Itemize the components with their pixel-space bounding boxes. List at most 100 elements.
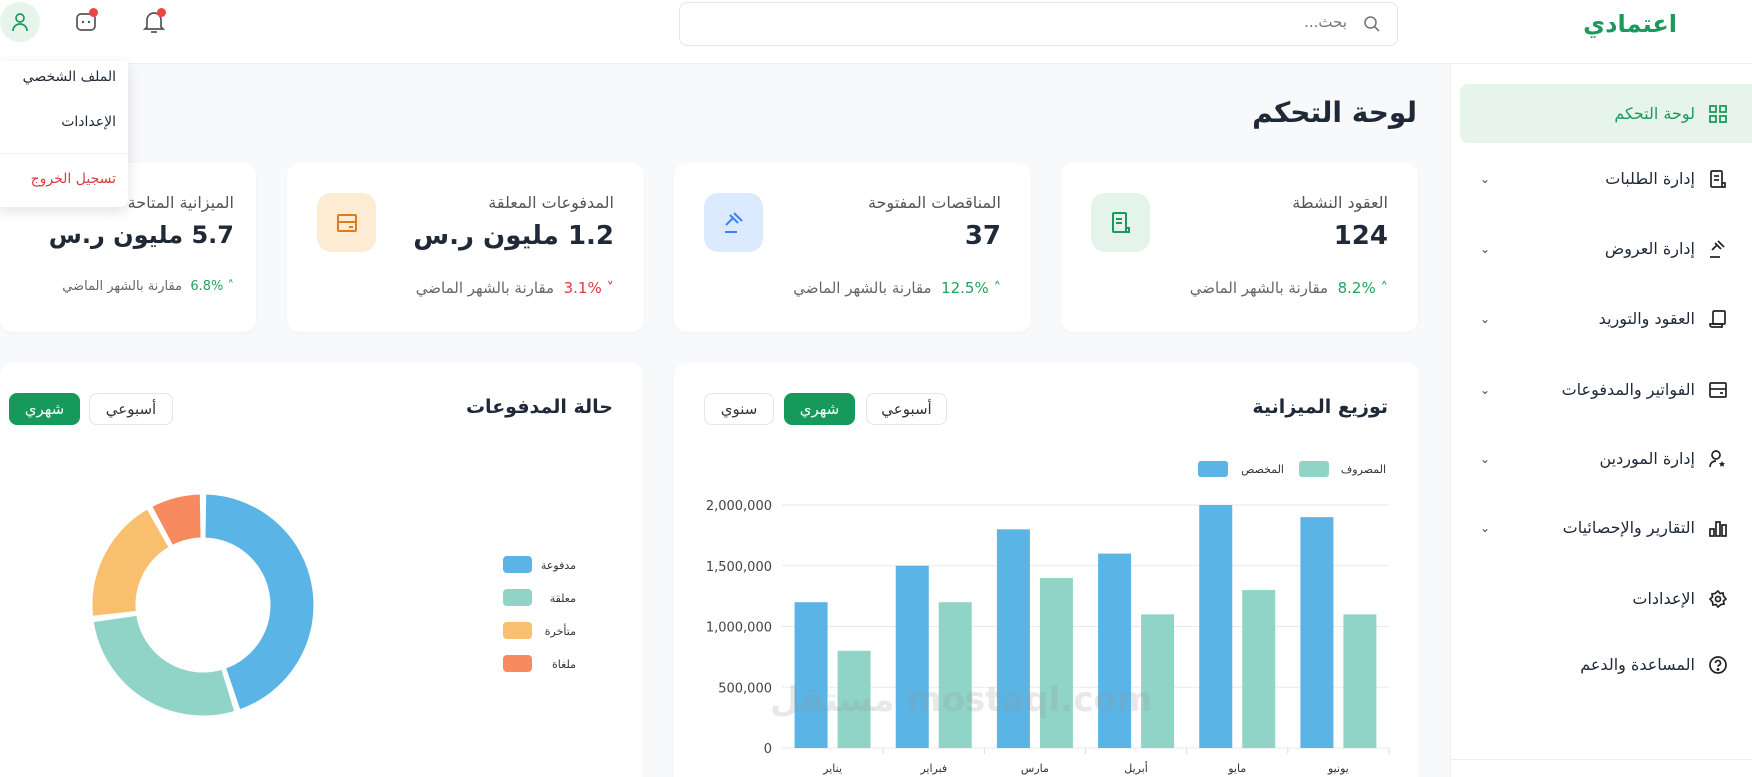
chevron-down-icon: ⌄ bbox=[1480, 451, 1491, 466]
stat-value: 124 bbox=[1333, 221, 1388, 251]
sidebar-item-suppliers[interactable]: إدارة الموردين ⌄ bbox=[1460, 429, 1752, 488]
stat-change: 3.1% bbox=[563, 279, 602, 297]
sidebar-item-label: المساعدة والدعم bbox=[1580, 655, 1695, 674]
sidebar-item-reports[interactable]: التقارير والإحصائيات ⌄ bbox=[1460, 498, 1752, 557]
watermark: مستقل mostaql.com bbox=[770, 680, 1153, 720]
menu-item-settings[interactable]: الإعدادات bbox=[61, 114, 116, 130]
legend-label-allocated: المخصص bbox=[1241, 463, 1284, 476]
bar-allocated bbox=[794, 602, 828, 748]
stat-comparison: ˅ 3.1% مقارنة بالشهر الماضي bbox=[416, 279, 614, 297]
gavel-icon bbox=[1710, 239, 1725, 258]
sidebar-item-label: الإعدادات bbox=[1632, 589, 1695, 608]
app-logo[interactable]: اعتمادي bbox=[1583, 10, 1677, 38]
sidebar-divider bbox=[1451, 759, 1752, 760]
chevron-down-icon: ⌄ bbox=[1480, 171, 1491, 186]
bar-allocated bbox=[1199, 505, 1233, 748]
chevron-down-icon: ⌄ bbox=[1480, 311, 1491, 326]
x-tick-label: مايو bbox=[1227, 762, 1246, 775]
stat-change: 8.2% bbox=[1337, 279, 1376, 297]
trend-up-icon: ˄ bbox=[223, 279, 234, 294]
sidebar-item-dashboard[interactable]: لوحة التحكم bbox=[1460, 84, 1752, 143]
sidebar-item-requests[interactable]: إدارة الطلبات ⌄ bbox=[1460, 149, 1752, 208]
comparison-text: مقارنة بالشهر الماضي bbox=[62, 279, 183, 294]
bar-spent bbox=[938, 602, 972, 748]
bar-spent bbox=[1343, 614, 1377, 748]
stat-card-active-contracts: العقود النشطة 124 ˄ 8.2% مقارنة بالشهر ا… bbox=[1061, 163, 1418, 332]
stat-comparison: ˄ 6.8% مقارنة بالشهر الماضي bbox=[62, 279, 234, 294]
x-tick-label: يونيو bbox=[1327, 762, 1349, 775]
bar-chart-icon bbox=[1709, 520, 1727, 537]
period-weekly-button[interactable]: أسبوعي bbox=[866, 393, 947, 425]
budget-chart-title: توزيع الميزانية bbox=[1252, 396, 1388, 418]
chevron-down-icon: ⌄ bbox=[1480, 382, 1491, 397]
period-monthly-button[interactable]: شهري bbox=[784, 393, 855, 425]
search-input[interactable] bbox=[747, 13, 1347, 31]
dashboard-grid-icon bbox=[1709, 104, 1727, 123]
sidebar-item-label: الفواتير والمدفوعات bbox=[1561, 380, 1695, 399]
notifications-button[interactable] bbox=[134, 2, 174, 42]
payments-chart-title: حالة المدفوعات bbox=[465, 396, 613, 418]
legend-swatch bbox=[503, 655, 532, 672]
sidebar-item-settings[interactable]: الإعدادات bbox=[1460, 569, 1752, 628]
user-icon bbox=[12, 13, 28, 32]
sidebar-item-label: العقود والتوريد bbox=[1598, 309, 1695, 328]
chevron-down-icon: ⌄ bbox=[1480, 241, 1491, 256]
legend-swatch-allocated bbox=[1198, 461, 1228, 477]
legend-swatch bbox=[503, 589, 532, 606]
user-star-icon bbox=[1709, 449, 1725, 467]
user-avatar-button[interactable] bbox=[0, 2, 40, 42]
sidebar: لوحة التحكم إدارة الطلبات ⌄ إدارة العروض… bbox=[1450, 64, 1752, 777]
sidebar-item-offers[interactable]: إدارة العروض ⌄ bbox=[1460, 219, 1752, 278]
sidebar-item-label: لوحة التحكم bbox=[1614, 104, 1695, 123]
messages-button[interactable] bbox=[66, 2, 106, 42]
x-tick-label: مارس bbox=[1021, 762, 1049, 775]
y-tick-label: 1,000,000 bbox=[706, 621, 772, 636]
stat-label: المناقصات المفتوحة bbox=[867, 193, 1001, 212]
payments-donut-chart: مدفوعة معلقة متأخرة ملغاة bbox=[89, 491, 576, 719]
menu-divider bbox=[0, 153, 128, 154]
sidebar-item-contracts[interactable]: العقود والتوريد ⌄ bbox=[1460, 289, 1752, 348]
sidebar-item-label: إدارة الطلبات bbox=[1605, 169, 1695, 188]
menu-item-logout[interactable]: تسجيل الخروج bbox=[31, 171, 116, 187]
receipt-icon bbox=[1710, 169, 1726, 188]
gear-icon bbox=[1709, 589, 1727, 608]
donut-slice bbox=[90, 612, 238, 719]
legend-swatch bbox=[503, 556, 532, 573]
stat-change: 12.5% bbox=[941, 279, 989, 297]
stat-card-open-tenders: المناقصات المفتوحة 37 ˄ 12.5% مقارنة بال… bbox=[674, 163, 1031, 332]
legend-label: متأخرة bbox=[545, 623, 576, 638]
stat-label: الميزانية المتاحة bbox=[127, 193, 234, 212]
trend-down-icon: ˅ bbox=[601, 279, 614, 297]
budget-bar-chart: 0 500,000 1,000,000 1,500,000 2,000,000 يناير… bbox=[706, 461, 1390, 775]
message-badge bbox=[89, 8, 98, 17]
search-icon bbox=[1363, 15, 1381, 37]
search-box[interactable] bbox=[679, 2, 1398, 46]
menu-item-profile[interactable]: الملف الشخصي bbox=[23, 69, 116, 85]
sidebar-item-invoices[interactable]: الفواتير والمدفوعات ⌄ bbox=[1460, 360, 1752, 419]
stat-label: المدفوعات المعلقة bbox=[488, 193, 614, 212]
x-tick-label: أبريل bbox=[1124, 761, 1148, 775]
period-weekly-button[interactable]: أسبوعي bbox=[89, 393, 173, 425]
wallet-icon bbox=[1709, 381, 1727, 398]
scroll-icon bbox=[1709, 309, 1726, 328]
help-circle-icon bbox=[1709, 655, 1727, 674]
sidebar-item-label: التقارير والإحصائيات bbox=[1562, 518, 1695, 537]
user-dropdown-menu: الملف الشخصي الإعدادات تسجيل الخروج bbox=[0, 61, 128, 207]
period-yearly-button[interactable]: سنوي bbox=[704, 393, 774, 425]
stat-change: 6.8% bbox=[190, 279, 224, 294]
comparison-text: مقارنة بالشهر الماضي bbox=[1189, 279, 1329, 297]
stat-value: 37 bbox=[964, 221, 1001, 251]
stat-value: 5.7 مليون ر.س bbox=[48, 221, 234, 249]
page-title: لوحة التحكم bbox=[1252, 96, 1417, 129]
stat-label: العقود النشطة bbox=[1292, 193, 1388, 212]
legend-swatch bbox=[503, 622, 532, 639]
trend-up-icon: ˄ bbox=[1375, 279, 1388, 297]
wallet-icon bbox=[317, 193, 376, 252]
y-tick-label: 2,000,000 bbox=[706, 499, 772, 514]
trend-up-icon: ˄ bbox=[988, 279, 1001, 297]
chevron-down-icon: ⌄ bbox=[1480, 520, 1491, 535]
sidebar-item-help[interactable]: المساعدة والدعم bbox=[1460, 635, 1752, 694]
bar-spent bbox=[1039, 577, 1073, 748]
top-header: اعتمادي bbox=[0, 0, 1752, 64]
period-monthly-button[interactable]: شهري bbox=[9, 393, 80, 425]
